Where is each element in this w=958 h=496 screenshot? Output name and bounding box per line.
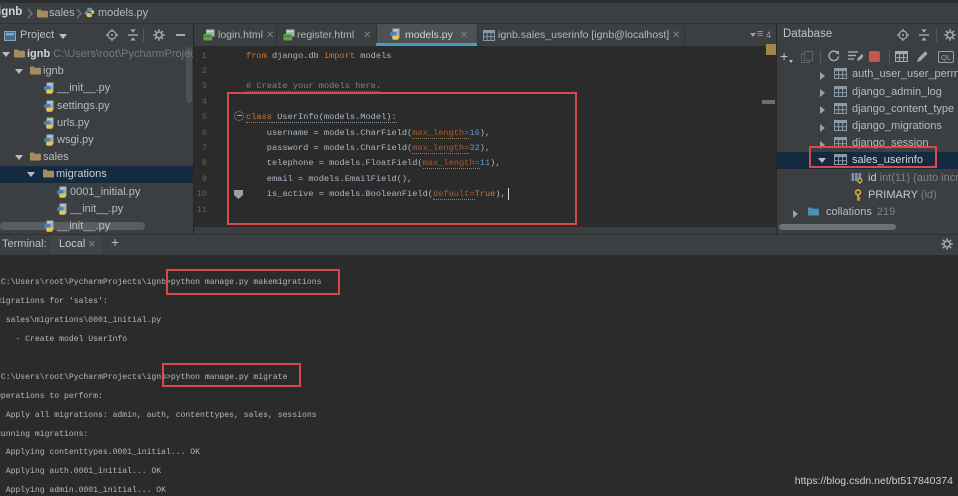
svg-text:QL: QL bbox=[941, 53, 951, 62]
